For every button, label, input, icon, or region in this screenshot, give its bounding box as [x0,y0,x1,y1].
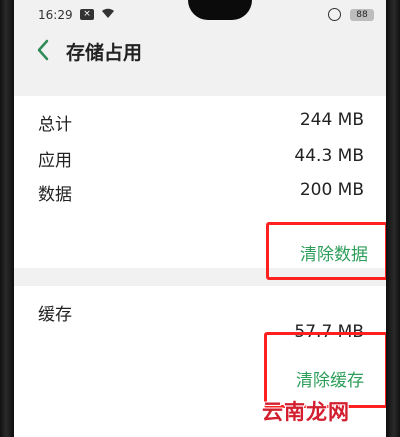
camera-notch [188,0,252,20]
wifi-icon [101,7,115,22]
watermark: 云南龙网 [262,399,350,424]
storage-row-data: 数据 200 MB [38,180,364,205]
row-value: 44.3 MB [294,146,364,166]
chevron-left-icon[interactable] [36,38,50,62]
row-value: 200 MB [299,180,364,200]
row-label: 缓存 [38,305,72,325]
row-value: 244 MB [299,110,364,130]
row-label: 应用 [38,151,72,171]
page-title: 存储占用 [66,42,143,64]
storage-row-apps: 应用 44.3 MB [38,146,364,171]
status-time: 16:29 [38,8,73,22]
row-label: 总计 [38,115,72,135]
notification-x-icon: × [80,9,94,20]
alarm-icon [328,8,341,21]
storage-row-total: 总计 244 MB [38,110,364,135]
title-bar: 存储占用 [14,30,386,76]
battery-icon: 88 [350,9,374,21]
phone-screen: 16:29 × 88 存储占用 总计 244 MB 应用 44.3 MB 数据 … [14,0,386,437]
row-label: 数据 [38,185,72,205]
highlight-box-clear-data [266,222,386,280]
cache-row: 缓存 57.7 MB [38,300,364,342]
